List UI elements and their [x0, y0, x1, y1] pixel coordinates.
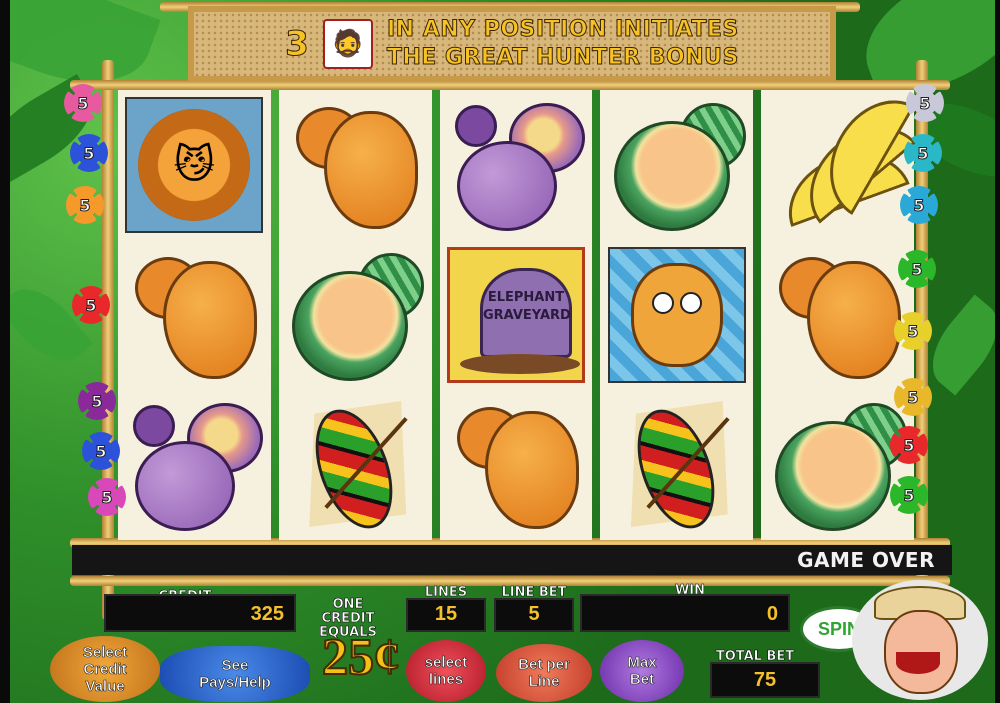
graveyard-text-2: GRAVEYARD [482, 308, 571, 323]
reel-symbol-melon [279, 240, 432, 390]
reel-symbol-banana [761, 80, 916, 240]
reel-symbol-plum [118, 390, 271, 540]
line-bet-meter: 5 [494, 598, 574, 632]
reel-4 [600, 90, 754, 540]
reel-area: 😼 ELEPHANT GRAVEYARD [118, 80, 916, 540]
game-status-message: GAME OVER [797, 548, 935, 572]
reel-symbol-mango [761, 240, 914, 390]
reel-symbol-lion: 😼 [118, 90, 271, 240]
bonus-message-line1: IN ANY POSITION INITIATES [386, 17, 739, 43]
reel-symbol-mango [440, 390, 593, 540]
great-hunter-character [852, 580, 988, 700]
bonus-banner: 3 🧔 IN ANY POSITION INITIATES THE GREAT … [188, 6, 836, 82]
max-bet-button[interactable]: Max Bet [600, 640, 684, 702]
great-hunter-icon: 🧔 [322, 19, 373, 69]
credit-value: 325 [250, 603, 284, 625]
lines-meter: 15 [406, 598, 486, 632]
reel-1: 😼 [118, 90, 271, 540]
reel-symbol-elephant-graveyard: ELEPHANT GRAVEYARD [440, 240, 593, 390]
bonus-count: 3 [285, 24, 310, 65]
payline-flower-left: 5 [64, 84, 102, 122]
game-frame: 3 🧔 IN ANY POSITION INITIATES THE GREAT … [10, 0, 995, 703]
reel-symbol-mango [118, 240, 271, 390]
bet-per-line-button[interactable]: Bet per Line [496, 644, 592, 702]
total-bet-value: 75 [753, 669, 777, 691]
reel-symbol-melon [761, 390, 914, 540]
select-credit-value-button[interactable]: Select Credit Value [50, 636, 160, 702]
graveyard-stone: ELEPHANT GRAVEYARD [479, 268, 572, 358]
win-value: 0 [766, 603, 778, 625]
reel-2 [278, 90, 432, 540]
payline-flower-right: 5 [894, 378, 932, 416]
payline-flower-left: 5 [66, 186, 104, 224]
reel-5 [761, 80, 916, 540]
payline-flower-left: 5 [88, 478, 126, 516]
reel-symbol-giraffe [600, 240, 753, 390]
total-bet-meter: 75 [710, 662, 820, 698]
payline-flower-right: 5 [898, 250, 936, 288]
payline-flower-right: 5 [906, 84, 944, 122]
reel-symbol-melon [600, 90, 753, 240]
payline-flower-left: 5 [82, 432, 120, 470]
win-meter: 0 [580, 594, 790, 632]
payline-flower-right: 5 [900, 186, 938, 224]
reel-symbol-shield [279, 390, 432, 540]
select-lines-button[interactable]: select lines [406, 640, 486, 702]
payline-flower-left: 5 [72, 286, 110, 324]
payline-flower-right: 5 [894, 312, 932, 350]
line-bet-value: 5 [528, 603, 540, 625]
payline-flower-right: 5 [890, 476, 928, 514]
credit-meter: 325 [104, 594, 296, 632]
denomination-display: 25¢ [321, 628, 401, 687]
payline-flower-right: 5 [904, 134, 942, 172]
reel-symbol-plum [440, 90, 593, 240]
payline-flower-left: 5 [78, 382, 116, 420]
payline-flower-right: 5 [890, 426, 928, 464]
reel-symbol-mango [279, 90, 432, 240]
payline-flower-left: 5 [70, 134, 108, 172]
reel-symbol-shield [600, 390, 753, 540]
see-pays-help-button[interactable]: See Pays/Help [160, 646, 310, 702]
lines-value: 15 [434, 603, 458, 625]
reel-3: ELEPHANT GRAVEYARD [439, 90, 593, 540]
bonus-message-line2: THE GREAT HUNTER BONUS [386, 45, 739, 71]
graveyard-text-1: ELEPHANT [487, 290, 565, 305]
bonus-message: IN ANY POSITION INITIATES THE GREAT HUNT… [386, 16, 739, 72]
